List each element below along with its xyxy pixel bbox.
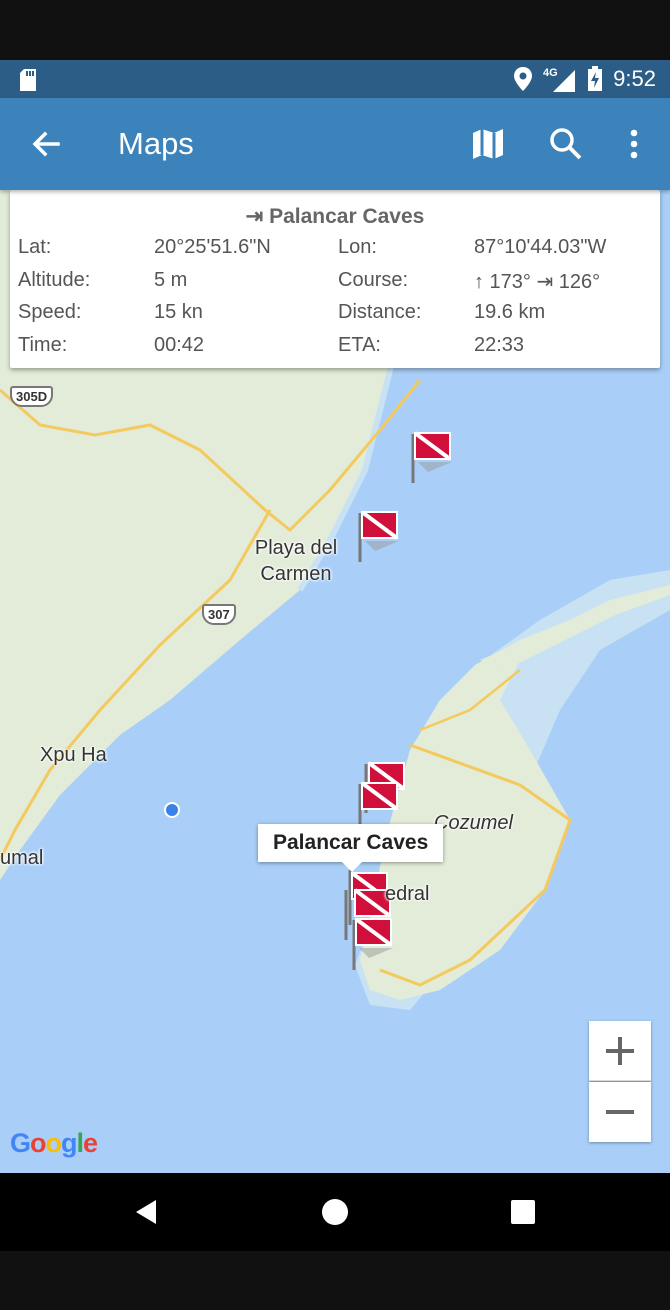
label-tulum: umal <box>0 847 44 869</box>
eta-value: 22:33 <box>474 334 525 356</box>
page-title: Maps <box>118 126 194 161</box>
google-logo-letter: e <box>83 1128 98 1158</box>
course-label: Course: <box>338 269 409 291</box>
info-row-speed-distance: Speed: 15 kn Distance: 19.6 km <box>18 301 658 331</box>
more-options-icon[interactable] <box>614 124 654 164</box>
label-cozumel: Cozumel <box>434 812 513 834</box>
google-logo-letter: o <box>30 1128 46 1158</box>
time-label: Time: <box>18 334 68 356</box>
recents-square-icon[interactable] <box>510 1199 536 1225</box>
label-cedral: edral <box>385 883 430 905</box>
distance-value: 19.6 km <box>474 301 546 323</box>
time-value: 00:42 <box>154 334 205 356</box>
battery-icon <box>588 66 603 91</box>
label-xpu-ha: Xpu Ha <box>40 744 107 766</box>
dive-flag-marker[interactable] <box>411 431 452 483</box>
app-bar: Maps <box>0 98 670 190</box>
dive-flag-marker[interactable] <box>358 510 399 562</box>
zoom-in-button[interactable] <box>589 1021 651 1081</box>
course-value: ↑ 173° ⇥ 126° <box>474 271 601 293</box>
home-circle-icon[interactable] <box>320 1197 350 1227</box>
info-row-time-eta: Time: 00:42 ETA: 22:33 <box>18 334 658 364</box>
system-navigation-bar <box>0 1173 670 1251</box>
info-row-altitude-course: Altitude: 5 m Course: ↑ 173° ⇥ 126° <box>18 269 658 299</box>
lon-label: Lon: <box>338 236 377 258</box>
lat-value: 20°25'51.6"N <box>154 236 271 258</box>
altitude-value: 5 m <box>154 269 188 291</box>
status-bar: 4G 9:52 <box>0 60 670 98</box>
bottom-frame <box>0 1251 670 1310</box>
label-playa-del-carmen: Playa del Carmen <box>254 537 338 585</box>
lon-value: 87°10'44.03"W <box>474 236 607 258</box>
back-triangle-icon[interactable] <box>132 1197 162 1227</box>
destination-title: ⇥ Palancar Caves <box>245 205 425 228</box>
clock: 9:52 <box>613 66 656 91</box>
back-arrow-icon[interactable] <box>28 126 64 162</box>
sd-card-icon <box>20 69 36 91</box>
eta-label: ETA: <box>338 334 381 356</box>
top-frame <box>0 0 670 60</box>
google-logo-letter: o <box>45 1128 62 1158</box>
distance-label: Distance: <box>338 301 422 323</box>
marker-info-window[interactable]: Palancar Caves <box>258 824 444 872</box>
speed-label: Speed: <box>18 301 82 323</box>
altitude-label: Altitude: <box>18 269 91 291</box>
plus-icon <box>606 1037 634 1065</box>
google-logo: Google <box>10 1128 98 1159</box>
route-307-shield: 307 <box>202 604 236 625</box>
speed-value: 15 kn <box>154 301 203 323</box>
location-icon <box>514 67 533 91</box>
signal-icon: 4G <box>543 67 576 92</box>
network-type: 4G <box>543 67 558 79</box>
google-logo-letter: G <box>10 1128 31 1158</box>
route-305d-shield: 305D <box>10 386 54 407</box>
minus-icon <box>606 1110 634 1114</box>
lat-label: Lat: <box>18 236 52 258</box>
map-view[interactable]: Playa del Carmen Xpu Ha umal Cozumel edr… <box>0 190 670 1173</box>
search-icon[interactable] <box>546 124 586 164</box>
google-logo-letter: g <box>61 1128 77 1158</box>
info-row-position: Lat: 20°25'51.6"N Lon: 87°10'44.03"W <box>18 236 658 266</box>
map-layers-icon[interactable] <box>468 124 508 164</box>
navigation-info-card: ⇥ Palancar Caves Lat: 20°25'51.6"N Lon: … <box>10 190 660 368</box>
zoom-out-button[interactable] <box>589 1082 651 1142</box>
